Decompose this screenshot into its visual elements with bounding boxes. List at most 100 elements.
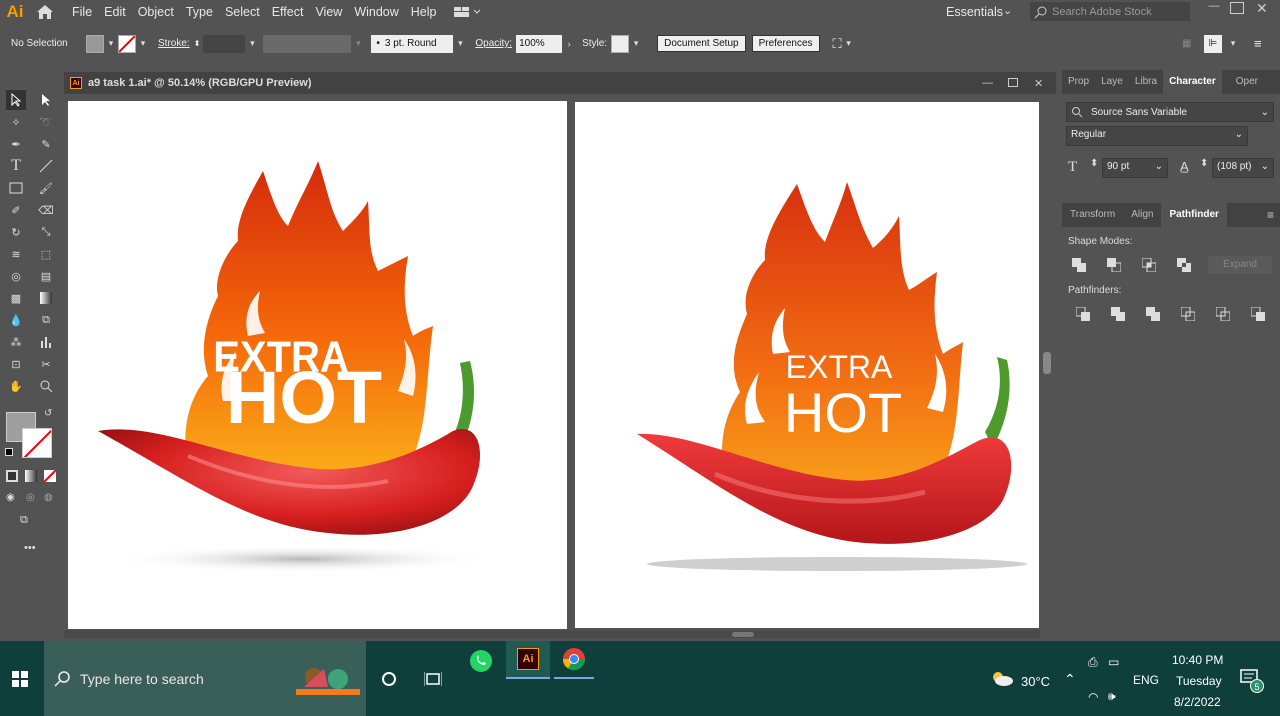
symbol-sprayer-tool-icon[interactable]: ⁂ [6,332,26,352]
arrange-icon[interactable]: ⛶ [833,36,842,52]
artboard-tool-icon[interactable]: ⊡ [6,354,26,374]
document-setup-button[interactable]: Document Setup [657,35,746,52]
menu-effect[interactable]: Effect [266,0,310,24]
brush-definition[interactable]: • 3 pt. Round [371,34,454,53]
cortana-icon[interactable] [369,659,409,699]
tab-character[interactable]: Character [1163,70,1222,94]
menu-window[interactable]: Window [348,0,404,24]
task-view-icon[interactable] [413,659,453,699]
type-tool-icon[interactable]: T [6,156,26,176]
vertical-scrollbar[interactable] [1040,94,1054,636]
close-app-button[interactable]: ✕ [1256,0,1268,17]
chevron-down-icon[interactable]: ▾ [629,38,643,49]
outline-icon[interactable] [1215,306,1231,322]
stroke-stepper-icon[interactable]: ⬍ [194,39,201,48]
selection-tool-icon[interactable] [6,90,26,110]
chevron-down-icon[interactable]: ▾ [842,38,856,49]
fill-swatch[interactable] [86,34,104,53]
font-style-field[interactable]: Regular ⌄ [1066,126,1248,146]
gradient-mode-icon[interactable] [25,470,37,482]
minus-back-icon[interactable] [1250,306,1265,321]
eraser-tool-icon[interactable]: ⌫ [36,200,56,220]
screen-mode-icon[interactable]: ⧉ [20,514,42,528]
chevron-down-icon[interactable]: ▾ [136,38,150,49]
doc-restore-button[interactable] [1008,78,1018,87]
more-tools-icon[interactable]: ••• [24,542,36,554]
lasso-tool-icon[interactable]: ➰ [36,112,56,132]
default-colors-icon[interactable] [5,448,13,456]
meet-now-icon[interactable]: ⎙ [1088,655,1098,670]
curvature-tool-icon[interactable]: ✎ [36,134,56,154]
weather-icon[interactable] [990,669,1014,690]
scale-tool-icon[interactable]: ⤡ [36,222,56,242]
graphic-style-swatch[interactable] [611,34,630,53]
preferences-button[interactable]: Preferences [751,35,820,52]
leading-stepper-icon[interactable]: ⬍ [1200,158,1208,169]
weather-temp[interactable]: 30°C [1021,674,1050,689]
opacity-label[interactable]: Opacity: [475,38,512,49]
direct-selection-tool-icon[interactable] [36,90,56,110]
chevron-up-icon[interactable]: ⌃ [1064,671,1076,688]
menu-edit[interactable]: Edit [98,0,132,24]
chevron-down-icon[interactable]: ▾ [245,38,259,49]
magic-wand-tool-icon[interactable]: ✧ [6,112,26,132]
paintbrush-tool-icon[interactable]: 🖌 [36,178,56,198]
draw-inside-icon[interactable]: ◍ [44,492,58,504]
tab-align[interactable]: Align [1123,203,1161,227]
intersect-icon[interactable] [1141,257,1157,273]
tab-transform[interactable]: Transform [1062,203,1123,227]
menu-help[interactable]: Help [405,0,443,24]
stroke-swatch[interactable] [118,34,136,53]
whatsapp-icon[interactable] [461,641,501,681]
menu-type[interactable]: Type [180,0,219,24]
doc-minimize-button[interactable]: — [982,77,993,89]
tab-pathfinder[interactable]: Pathfinder [1161,203,1227,227]
panel-menu-icon[interactable]: ≡ [1267,208,1274,222]
artboard-reference[interactable]: EXTRA HOT [68,101,567,629]
volume-icon[interactable]: 🕪 [1108,689,1116,704]
tab-properties[interactable]: Prop [1062,70,1095,94]
draw-behind-icon[interactable]: ◎ [26,492,40,504]
workspace-switcher[interactable]: Essentials [940,0,1009,24]
chevron-down-icon[interactable]: ▾ [351,38,365,49]
illustrator-taskbar-icon[interactable]: Ai [506,641,550,679]
clock-time[interactable]: 10:40 PM [1172,653,1223,667]
rectangle-tool-icon[interactable] [6,178,26,198]
chevron-right-icon[interactable]: › [562,39,576,49]
mesh-tool-icon[interactable]: ▩ [6,288,26,308]
none-mode-icon[interactable] [44,470,56,482]
horizontal-scroll-thumb[interactable] [732,632,754,637]
grid-icon[interactable]: ▦ [1182,38,1191,49]
slice-tool-icon[interactable]: ✂ [36,354,56,374]
leading-field[interactable]: (108 pt) ⌄ [1212,158,1274,178]
rotate-tool-icon[interactable]: ↻ [6,222,26,242]
variable-width-profile[interactable] [263,34,352,53]
clock-day[interactable]: Tuesday [1176,674,1222,688]
battery-icon[interactable]: ▭ [1108,655,1119,669]
chrome-icon[interactable] [554,641,594,679]
taskbar-search-box[interactable]: Type here to search [44,641,366,716]
font-family-field[interactable]: Source Sans Variable ⌄ [1066,102,1274,122]
stroke-weight-field[interactable] [203,34,246,53]
home-icon[interactable] [30,0,60,24]
swap-colors-icon[interactable]: ↺ [44,408,52,419]
shaper-tool-icon[interactable]: ✐ [6,200,26,220]
menu-file[interactable]: File [66,0,98,24]
font-size-field[interactable]: 90 pt ⌄ [1102,158,1168,178]
network-icon[interactable]: ◠ [1088,690,1098,704]
minus-front-icon[interactable] [1107,258,1122,273]
arrange-documents-icon[interactable] [453,5,481,19]
tab-opentype[interactable]: Oper [1230,70,1264,94]
width-tool-icon[interactable]: ≋ [6,244,26,264]
chevron-down-icon[interactable]: ▾ [1226,38,1240,49]
opacity-field[interactable]: 100% [516,34,563,53]
pen-tool-icon[interactable]: ✒ [6,134,26,154]
crop-icon[interactable] [1180,306,1196,322]
chevron-down-icon[interactable]: ▾ [453,38,467,49]
shape-builder-tool-icon[interactable]: ◎ [6,266,26,286]
language-indicator[interactable]: ENG [1133,673,1159,687]
document-tab[interactable]: Ai a9 task 1.ai* @ 50.14% (RGB/GPU Previ… [64,72,1056,94]
column-graph-tool-icon[interactable] [36,332,56,352]
restore-app-button[interactable] [1230,2,1244,14]
blend-tool-icon[interactable]: ⧉ [36,310,56,330]
